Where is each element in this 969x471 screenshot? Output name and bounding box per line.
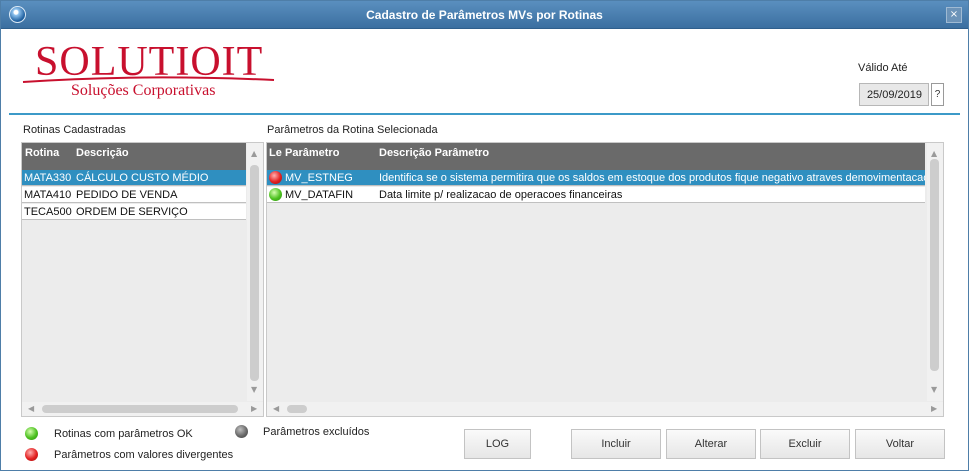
help-button[interactable]: ? xyxy=(931,83,944,106)
rotina-description: ORDEM DE SERVIÇO xyxy=(76,206,188,218)
rotinas-section-title: Rotinas Cadastradas xyxy=(23,124,126,136)
legend-excluded-label: Parâmetros excluídos xyxy=(263,426,370,438)
voltar-button[interactable]: Voltar xyxy=(855,429,945,459)
rotinas-grid-header: Rotina Descrição xyxy=(22,143,246,170)
legend-ok-label: Rotinas com parâmetros OK xyxy=(54,428,193,440)
close-button[interactable]: × xyxy=(946,7,962,23)
scroll-down-icon[interactable]: ▼ xyxy=(931,385,937,394)
parametros-section-title: Parâmetros da Rotina Selecionada xyxy=(267,124,438,136)
window-title: Cadastro de Parâmetros MVs por Rotinas xyxy=(366,8,603,22)
status-green-icon xyxy=(269,188,282,201)
scroll-up-icon[interactable]: ▲ xyxy=(251,149,257,158)
rotina-description: CÁLCULO CUSTO MÉDIO xyxy=(76,172,209,184)
excluir-button[interactable]: Excluir xyxy=(760,429,850,459)
scroll-down-icon[interactable]: ▼ xyxy=(251,385,257,394)
parametro-name: MV_ESTNEG xyxy=(285,172,353,184)
scroll-thumb[interactable] xyxy=(42,405,238,413)
main-window: Cadastro de Parâmetros MVs por Rotinas ×… xyxy=(0,0,969,471)
rotina-row[interactable]: MATA330 CÁLCULO CUSTO MÉDIO xyxy=(22,170,246,186)
rotina-description: PEDIDO DE VENDA xyxy=(76,189,178,201)
col-parametro-header[interactable]: Parâmetro xyxy=(285,147,339,159)
header-divider xyxy=(9,113,960,115)
valid-until-field: 25/09/2019 xyxy=(859,83,929,106)
col-descricao-parametro-header[interactable]: Descrição Parâmetro xyxy=(379,147,489,159)
rotinas-vertical-scrollbar[interactable]: ▲ ▼ xyxy=(247,143,263,401)
title-bar[interactable]: Cadastro de Parâmetros MVs por Rotinas × xyxy=(1,1,968,29)
scroll-left-icon[interactable]: ◀ xyxy=(28,404,34,413)
rotinas-grid[interactable]: Rotina Descrição MATA330 CÁLCULO CUSTO M… xyxy=(21,142,264,417)
scroll-right-icon[interactable]: ▶ xyxy=(251,404,257,413)
parametros-grid-header: Le Parâmetro Descrição Parâmetro xyxy=(267,143,925,170)
legend-red-icon xyxy=(25,448,38,461)
parametros-horizontal-scrollbar[interactable]: ◀ ▶ xyxy=(267,402,943,416)
scroll-thumb[interactable] xyxy=(287,405,307,413)
logo-sub-text: Soluções Corporativas xyxy=(71,82,216,99)
scroll-up-icon[interactable]: ▲ xyxy=(931,149,937,158)
rotina-code: MATA330 xyxy=(24,172,72,184)
parametros-vertical-scrollbar[interactable]: ▲ ▼ xyxy=(927,143,943,401)
legend-green-icon xyxy=(25,427,38,440)
parametro-name: MV_DATAFIN xyxy=(285,189,354,201)
scroll-left-icon[interactable]: ◀ xyxy=(273,404,279,413)
col-descricao-header[interactable]: Descrição xyxy=(76,147,129,159)
parametros-grid[interactable]: Le Parâmetro Descrição Parâmetro MV_ESTN… xyxy=(266,142,944,417)
log-button[interactable]: LOG xyxy=(464,429,531,459)
col-legenda-header[interactable]: Le xyxy=(269,147,282,159)
parametro-description: Data limite p/ realizacao de operacoes f… xyxy=(379,189,623,201)
rotina-row[interactable]: MATA410 PEDIDO DE VENDA xyxy=(22,187,246,203)
parametro-row[interactable]: MV_ESTNEG Identifica se o sistema permit… xyxy=(267,170,925,186)
col-rotina-header[interactable]: Rotina xyxy=(25,147,59,159)
status-red-icon xyxy=(269,171,282,184)
rotinas-horizontal-scrollbar[interactable]: ◀ ▶ xyxy=(22,402,263,416)
parametro-description: Identifica se o sistema permitira que os… xyxy=(379,172,925,184)
rotina-row[interactable]: TECA500 ORDEM DE SERVIÇO xyxy=(22,204,246,220)
scroll-thumb[interactable] xyxy=(250,165,259,381)
parametro-row[interactable]: MV_DATAFIN Data limite p/ realizacao de … xyxy=(267,187,925,203)
company-logo: SOLUTIOIT Soluções Corporativas xyxy=(21,38,281,108)
valid-until-label: Válido Até xyxy=(858,62,908,74)
incluir-button[interactable]: Incluir xyxy=(571,429,661,459)
legend-gray-icon xyxy=(235,425,248,438)
alterar-button[interactable]: Alterar xyxy=(666,429,756,459)
scroll-thumb[interactable] xyxy=(930,159,939,371)
legend-divergent-label: Parâmetros com valores divergentes xyxy=(54,449,234,461)
scroll-right-icon[interactable]: ▶ xyxy=(931,404,937,413)
rotina-code: MATA410 xyxy=(24,189,72,201)
rotina-code: TECA500 xyxy=(24,206,72,218)
